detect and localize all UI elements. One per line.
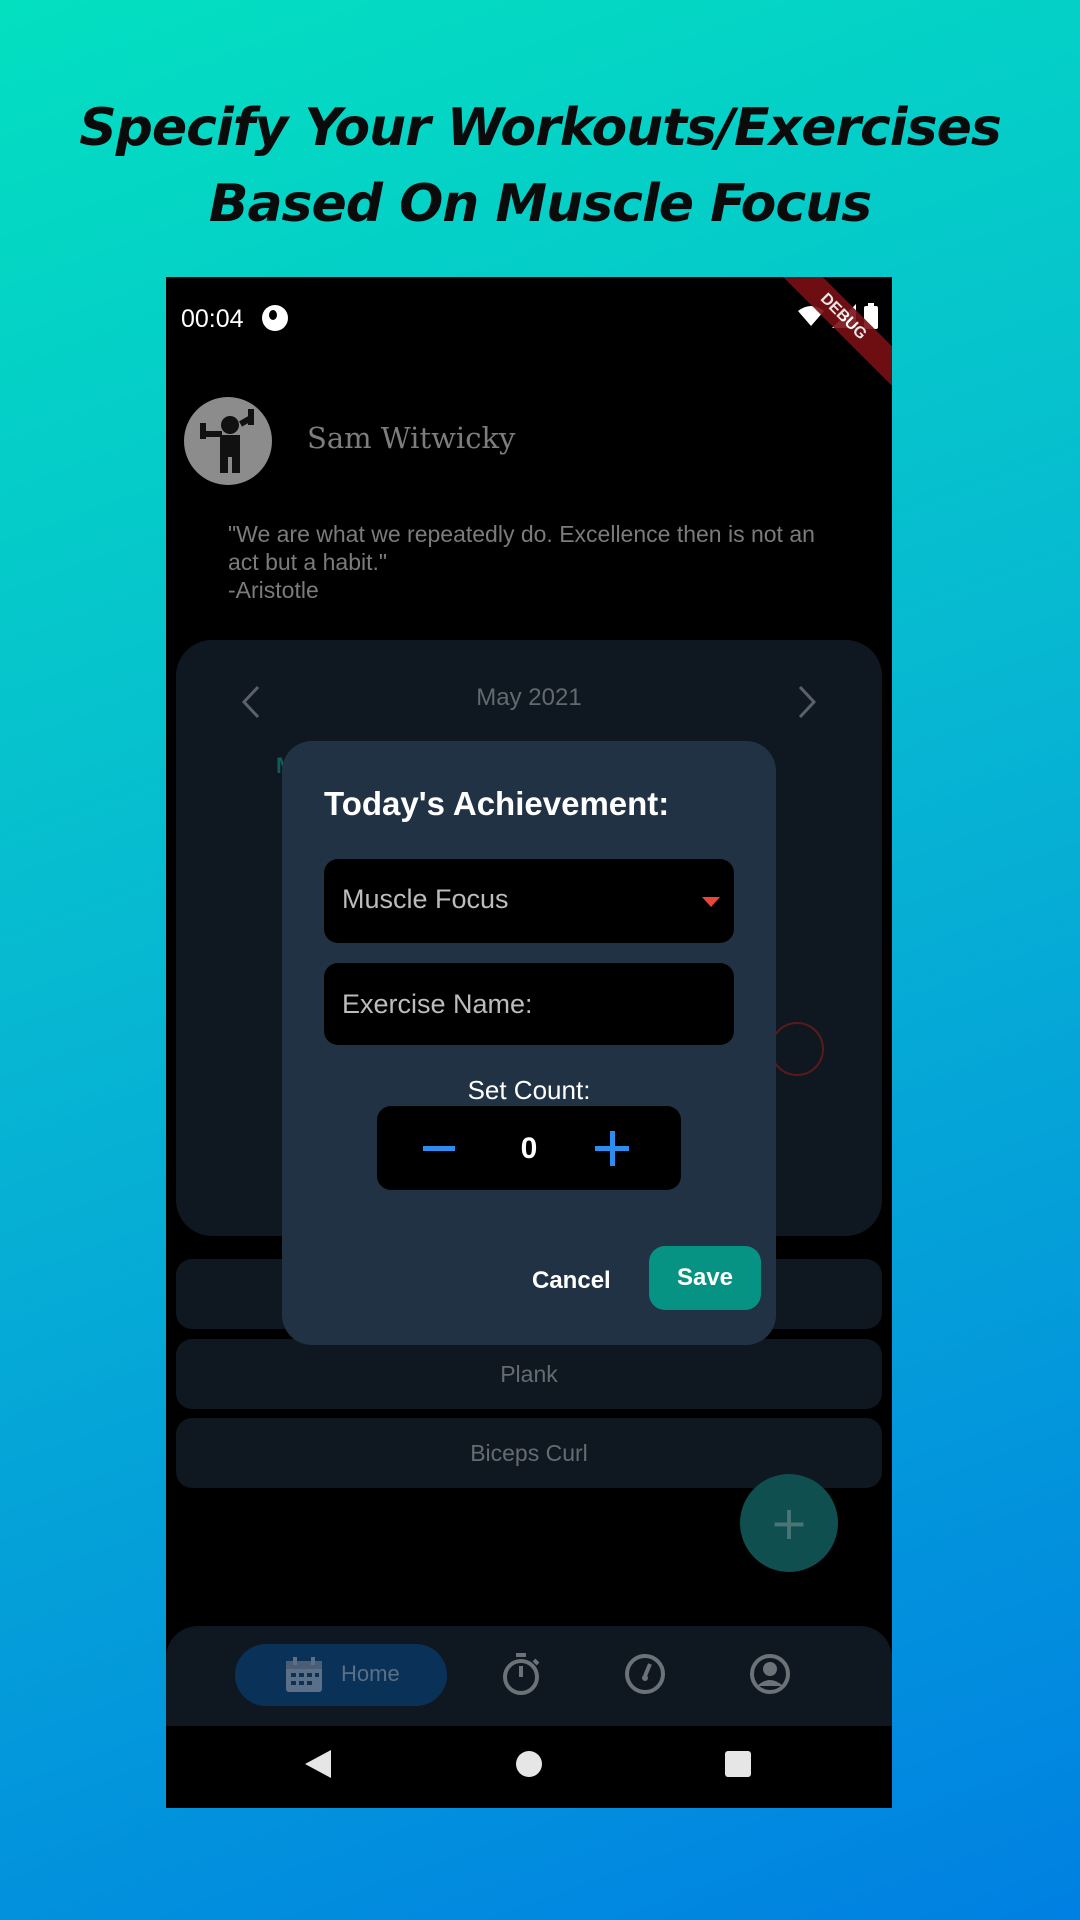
speedometer-icon[interactable]: [624, 1652, 666, 1696]
recent-apps-icon[interactable]: [725, 1751, 751, 1777]
muscle-focus-dropdown[interactable]: Muscle Focus: [324, 859, 734, 943]
promo-headline: Specify Your Workouts/Exercises Based On…: [0, 90, 1080, 242]
calendar-icon: [286, 1657, 322, 1692]
back-icon[interactable]: [303, 1748, 333, 1780]
muscle-focus-placeholder: Muscle Focus: [342, 884, 509, 914]
motivational-quote: "We are what we repeatedly do. Excellenc…: [228, 521, 815, 603]
headline-line-2: Based On Muscle Focus: [208, 174, 872, 234]
set-count-stepper: 0: [377, 1106, 681, 1190]
home-circle-icon[interactable]: [516, 1751, 542, 1777]
cancel-button[interactable]: Cancel: [532, 1267, 611, 1295]
system-nav-bar: [166, 1726, 892, 1808]
status-time: 00:04: [181, 305, 244, 333]
app-icon: [262, 305, 288, 331]
calendar-month: May 2021: [476, 684, 582, 711]
headline-line-1: Specify Your Workouts/Exercises: [79, 98, 1002, 158]
profile-name: Sam Witwicky: [307, 421, 516, 455]
list-item[interactable]: Plank: [176, 1339, 882, 1409]
plus-icon: +: [769, 1496, 809, 1550]
avatar[interactable]: [184, 397, 272, 485]
phone-screen: 00:04 DEBUG Sam Witwicky "We are what we…: [166, 277, 892, 1808]
weightlifter-icon: [200, 409, 254, 473]
nav-home-label: Home: [341, 1661, 400, 1686]
caret-down-icon: [702, 897, 720, 907]
debug-banner: DEBUG: [765, 277, 892, 395]
add-fab-button[interactable]: +: [740, 1474, 838, 1572]
calendar-day-marker[interactable]: [770, 1022, 824, 1076]
status-bar: 00:04 DEBUG: [166, 277, 892, 395]
chevron-right-icon[interactable]: [792, 682, 822, 722]
exercise-name-input[interactable]: [324, 963, 734, 1045]
bottom-nav: Home: [166, 1626, 892, 1726]
nav-home[interactable]: Home: [235, 1644, 447, 1706]
dialog-title: Today's Achievement:: [324, 785, 670, 822]
set-count-value: 0: [520, 1132, 538, 1165]
achievement-dialog: Today's Achievement: Muscle Focus Set Co…: [282, 741, 776, 1345]
save-button[interactable]: Save: [649, 1246, 761, 1310]
stopwatch-icon[interactable]: [500, 1652, 542, 1696]
set-count-label: Set Count:: [467, 1075, 591, 1105]
account-icon[interactable]: [749, 1652, 791, 1696]
